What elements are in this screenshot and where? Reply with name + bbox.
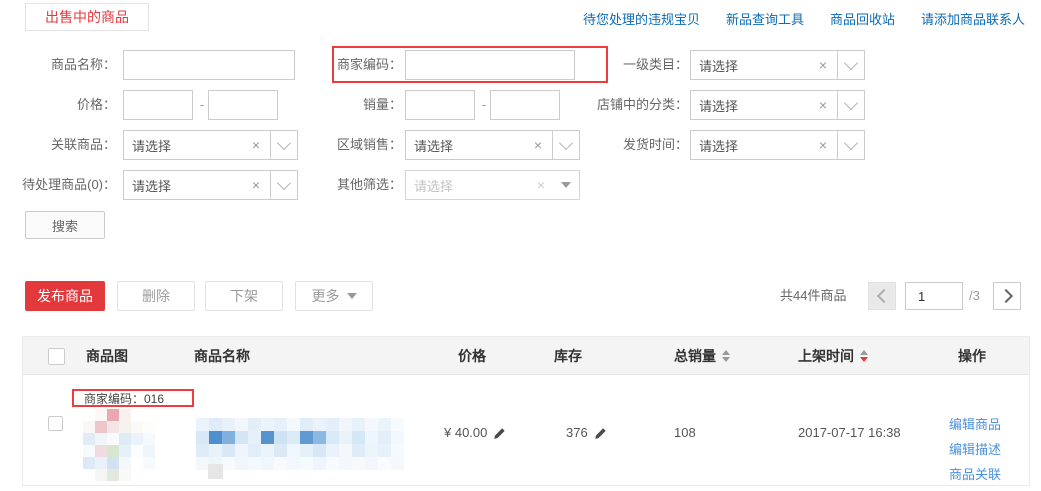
stock-cell: 376 <box>566 425 607 441</box>
column-header-listed-label: 上架时间 <box>798 337 854 375</box>
more-button[interactable]: 更多 <box>295 281 373 311</box>
row-actions: 编辑商品 编辑描述 商品关联 <box>949 412 1001 487</box>
top-links: 待您处理的违规宝贝 新品查询工具 商品回收站 请添加商品联系人 <box>583 9 1025 28</box>
chevron-left-icon <box>876 289 890 303</box>
product-name-input[interactable] <box>123 50 295 80</box>
edit-product-link[interactable]: 编辑商品 <box>949 412 1001 437</box>
product-relation-link[interactable]: 商品关联 <box>949 462 1001 487</box>
edit-stock-icon[interactable] <box>594 427 607 440</box>
row-checkbox[interactable] <box>48 416 63 431</box>
sales-range-dash: - <box>479 90 489 120</box>
link-product-recycle-bin[interactable]: 商品回收站 <box>830 9 895 28</box>
merchant-code-label: 商家编码： <box>284 50 402 80</box>
ship-time-select-value: 请选择 <box>699 136 817 155</box>
link-violation-items[interactable]: 待您处理的违规宝贝 <box>583 9 700 28</box>
tab-on-sale-products[interactable]: 出售中的商品 <box>25 3 149 31</box>
column-header-listed-time: 上架时间 <box>798 337 868 375</box>
clear-icon[interactable]: × <box>817 137 829 153</box>
sort-sales-control[interactable] <box>722 350 730 362</box>
pending-products-select-value: 请选择 <box>132 176 250 195</box>
column-header-stock: 库存 <box>554 337 582 375</box>
clear-icon[interactable]: × <box>817 57 829 73</box>
pending-products-label: 待处理商品(0)： <box>0 170 116 200</box>
region-sales-select-value: 请选择 <box>414 136 532 155</box>
category-select-value: 请选择 <box>699 56 817 75</box>
edit-description-link[interactable]: 编辑描述 <box>949 437 1001 462</box>
censored-fragment <box>208 464 223 479</box>
total-pages-text: /3 <box>969 282 980 310</box>
shop-category-label: 店铺中的分类： <box>570 90 688 120</box>
censored-product-name <box>196 418 404 470</box>
clear-icon[interactable]: × <box>250 137 262 153</box>
select-all-checkbox[interactable] <box>48 348 65 365</box>
merchant-code-input[interactable] <box>405 50 575 80</box>
category-select[interactable]: 请选择 × <box>690 50 865 80</box>
shop-category-select[interactable]: 请选择 × <box>690 90 865 120</box>
total-count-text: 共44件商品 <box>780 281 846 311</box>
column-header-price: 价格 <box>458 337 486 375</box>
sales-value: 108 <box>674 425 696 441</box>
column-header-name: 商品名称 <box>194 337 250 375</box>
region-sales-select[interactable]: 请选择 × <box>405 130 580 160</box>
sales-min-input[interactable] <box>405 90 475 120</box>
stock-value: 376 <box>566 425 588 441</box>
price-value: ¥ 40.00 <box>444 425 487 441</box>
table-row: ¥ 40.00 376 108 2017-07-17 16:38 编辑商品 编辑… <box>23 375 1029 485</box>
sales-label: 销量： <box>284 90 402 120</box>
search-button[interactable]: 搜索 <box>25 211 105 239</box>
price-max-input[interactable] <box>208 90 278 120</box>
ship-time-label: 发货时间： <box>570 130 688 160</box>
prev-page-button[interactable] <box>868 282 896 310</box>
next-page-button[interactable] <box>993 282 1021 310</box>
category-label: 一级类目： <box>570 50 688 80</box>
triangle-down-icon <box>555 171 579 199</box>
clear-icon[interactable]: × <box>535 177 547 193</box>
other-filters-label: 其他筛选： <box>284 170 402 200</box>
clear-icon[interactable]: × <box>817 97 829 113</box>
sales-max-input[interactable] <box>490 90 560 120</box>
table-header-row: 商品图 商品名称 价格 库存 总销量 上架时间 操作 <box>23 337 1029 375</box>
chevron-down-icon[interactable] <box>837 91 864 119</box>
shop-category-select-value: 请选择 <box>699 96 817 115</box>
price-cell: ¥ 40.00 <box>444 425 506 441</box>
related-products-select-value: 请选择 <box>132 136 250 155</box>
listed-time-cell: 2017-07-17 16:38 <box>798 425 901 441</box>
price-range-dash: - <box>197 90 207 120</box>
edit-price-icon[interactable] <box>493 427 506 440</box>
related-products-label: 关联商品： <box>0 130 116 160</box>
sort-listed-time-control[interactable] <box>860 350 868 362</box>
clear-icon[interactable]: × <box>250 177 262 193</box>
link-add-product-contact[interactable]: 请添加商品联系人 <box>921 9 1025 28</box>
region-sales-label: 区域销售： <box>284 130 402 160</box>
more-button-label: 更多 <box>312 286 340 306</box>
sales-cell: 108 <box>674 425 696 441</box>
seller-products-page: 出售中的商品 待您处理的违规宝贝 新品查询工具 商品回收站 请添加商品联系人 商… <box>0 0 1041 491</box>
ship-time-select[interactable]: 请选择 × <box>690 130 865 160</box>
price-label: 价格： <box>0 90 116 120</box>
chevron-down-icon[interactable] <box>837 131 864 159</box>
listed-time-value: 2017-07-17 16:38 <box>798 425 901 441</box>
link-new-product-query-tool[interactable]: 新品查询工具 <box>726 9 804 28</box>
page-number-input[interactable] <box>905 282 963 310</box>
price-min-input[interactable] <box>123 90 193 120</box>
other-filters-select[interactable]: 请选择 × <box>405 170 580 200</box>
related-products-select[interactable]: 请选择 × <box>123 130 298 160</box>
caret-down-icon <box>347 293 357 299</box>
products-table: 商品图 商品名称 价格 库存 总销量 上架时间 操作 ¥ 40.00 <box>22 336 1030 486</box>
clear-icon[interactable]: × <box>532 137 544 153</box>
column-header-actions: 操作 <box>958 337 986 375</box>
censored-product-image[interactable] <box>83 409 155 481</box>
chevron-down-icon[interactable] <box>837 51 864 79</box>
column-header-sales-label: 总销量 <box>674 337 716 375</box>
pending-products-select[interactable]: 请选择 × <box>123 170 298 200</box>
other-filters-select-value: 请选择 <box>414 176 535 195</box>
product-name-label: 商品名称： <box>0 50 116 80</box>
column-header-image: 商品图 <box>86 337 128 375</box>
delete-button[interactable]: 删除 <box>117 281 195 311</box>
column-header-sales: 总销量 <box>674 337 730 375</box>
take-down-button[interactable]: 下架 <box>205 281 283 311</box>
chevron-right-icon <box>998 289 1012 303</box>
publish-product-button[interactable]: 发布商品 <box>25 281 105 311</box>
